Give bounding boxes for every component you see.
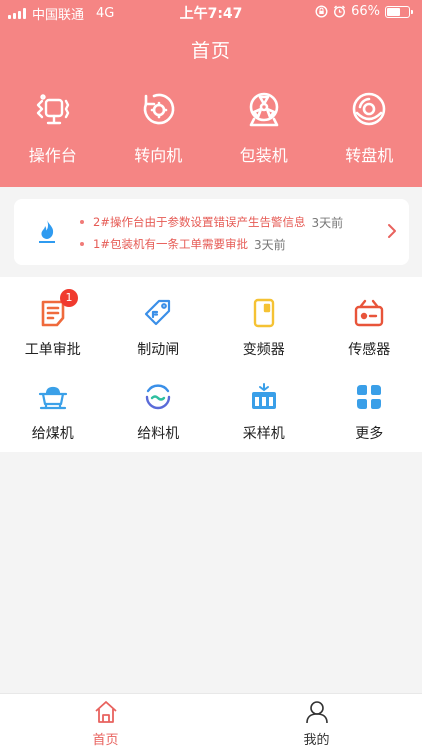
bullet <box>80 242 84 246</box>
grid-label: 给煤机 <box>31 426 74 442</box>
notice-text: 2#操作台由于参数设置错误产生告警信息 <box>93 215 306 229</box>
nav-label: 包装机 <box>239 146 288 165</box>
home-icon <box>94 701 117 723</box>
tab-label: 首页 <box>92 733 119 748</box>
grid-label: 工单审批 <box>24 342 81 358</box>
chevron-right-icon[interactable] <box>387 223 397 243</box>
grid-label: 采样机 <box>242 426 285 442</box>
flame-icon <box>36 219 58 249</box>
grid-item-sensor[interactable]: 传感器 <box>317 295 422 359</box>
grid-label: 变频器 <box>242 342 285 358</box>
function-grid: 1 工单审批 制动闸 变频器 传感器 给煤机 给料机 采样机 更多 <box>0 277 422 452</box>
battery-percent: 66% <box>351 4 380 19</box>
notice-card[interactable]: 2#操作台由于参数设置错误产生告警信息 3天前 1#包装机有一条工单需要审批 3… <box>14 199 409 265</box>
notice-time: 3天前 <box>253 237 286 252</box>
page-title: 首页 <box>190 40 231 62</box>
nav-label: 转盘机 <box>345 146 394 165</box>
header: 中国联通 4G 上午7:47 66% 首页 操作台 转向机 包装机 转盘机 <box>0 0 422 187</box>
nav-item-turntable[interactable]: 转盘机 <box>317 88 422 166</box>
grid-label: 更多 <box>355 426 384 442</box>
notice-item[interactable]: 2#操作台由于参数设置错误产生告警信息 3天前 <box>80 211 369 233</box>
grid-item-feeder[interactable]: 给料机 <box>106 379 212 443</box>
nav-item-packaging[interactable]: 包装机 <box>211 88 317 166</box>
notice-item[interactable]: 1#包装机有一条工单需要审批 3天前 <box>80 233 369 255</box>
tab-bar: 首页 我的 <box>0 693 422 750</box>
tag-icon <box>106 295 212 331</box>
inverter-icon <box>211 295 317 331</box>
radio-icon <box>317 295 422 331</box>
nav-item-rotate[interactable]: 转向机 <box>106 88 212 166</box>
more-icon <box>317 379 422 415</box>
alarm-icon <box>334 5 346 18</box>
nav-label: 转向机 <box>134 146 183 165</box>
badge-count: 1 <box>60 289 78 307</box>
grid-item-brake[interactable]: 制动闸 <box>106 295 212 359</box>
battery-icon <box>385 5 413 18</box>
rotation-lock-icon <box>315 5 328 18</box>
sampler-icon <box>211 379 317 415</box>
console-icon <box>0 88 106 130</box>
nav-item-console[interactable]: 操作台 <box>0 88 106 166</box>
status-bar: 中国联通 4G 上午7:47 66% <box>0 0 422 24</box>
turntable-icon <box>317 88 422 130</box>
tab-mine[interactable]: 我的 <box>211 694 422 750</box>
rotate-icon <box>106 88 212 130</box>
grid-item-work-order[interactable]: 1 工单审批 <box>0 289 106 359</box>
user-icon <box>305 701 328 724</box>
grid-label: 制动闸 <box>137 342 180 358</box>
grid-item-coal-feeder[interactable]: 给煤机 <box>0 379 106 443</box>
grid-item-inverter[interactable]: 变频器 <box>211 295 317 359</box>
grid-label: 传感器 <box>348 342 391 358</box>
nav-label: 操作台 <box>28 146 77 165</box>
top-nav: 操作台 转向机 包装机 转盘机 <box>0 88 422 166</box>
coal-cart-icon <box>0 379 106 415</box>
document-icon: 1 <box>0 289 106 331</box>
feeder-icon <box>106 379 212 415</box>
grid-label: 给料机 <box>137 426 180 442</box>
packaging-icon <box>211 88 317 130</box>
notice-text: 1#包装机有一条工单需要审批 <box>93 237 248 251</box>
bullet <box>80 220 84 224</box>
tab-home[interactable]: 首页 <box>0 694 211 750</box>
tab-label: 我的 <box>303 733 330 748</box>
grid-item-sampler[interactable]: 采样机 <box>211 379 317 443</box>
grid-item-more[interactable]: 更多 <box>317 379 422 443</box>
notice-time: 3天前 <box>311 215 344 230</box>
